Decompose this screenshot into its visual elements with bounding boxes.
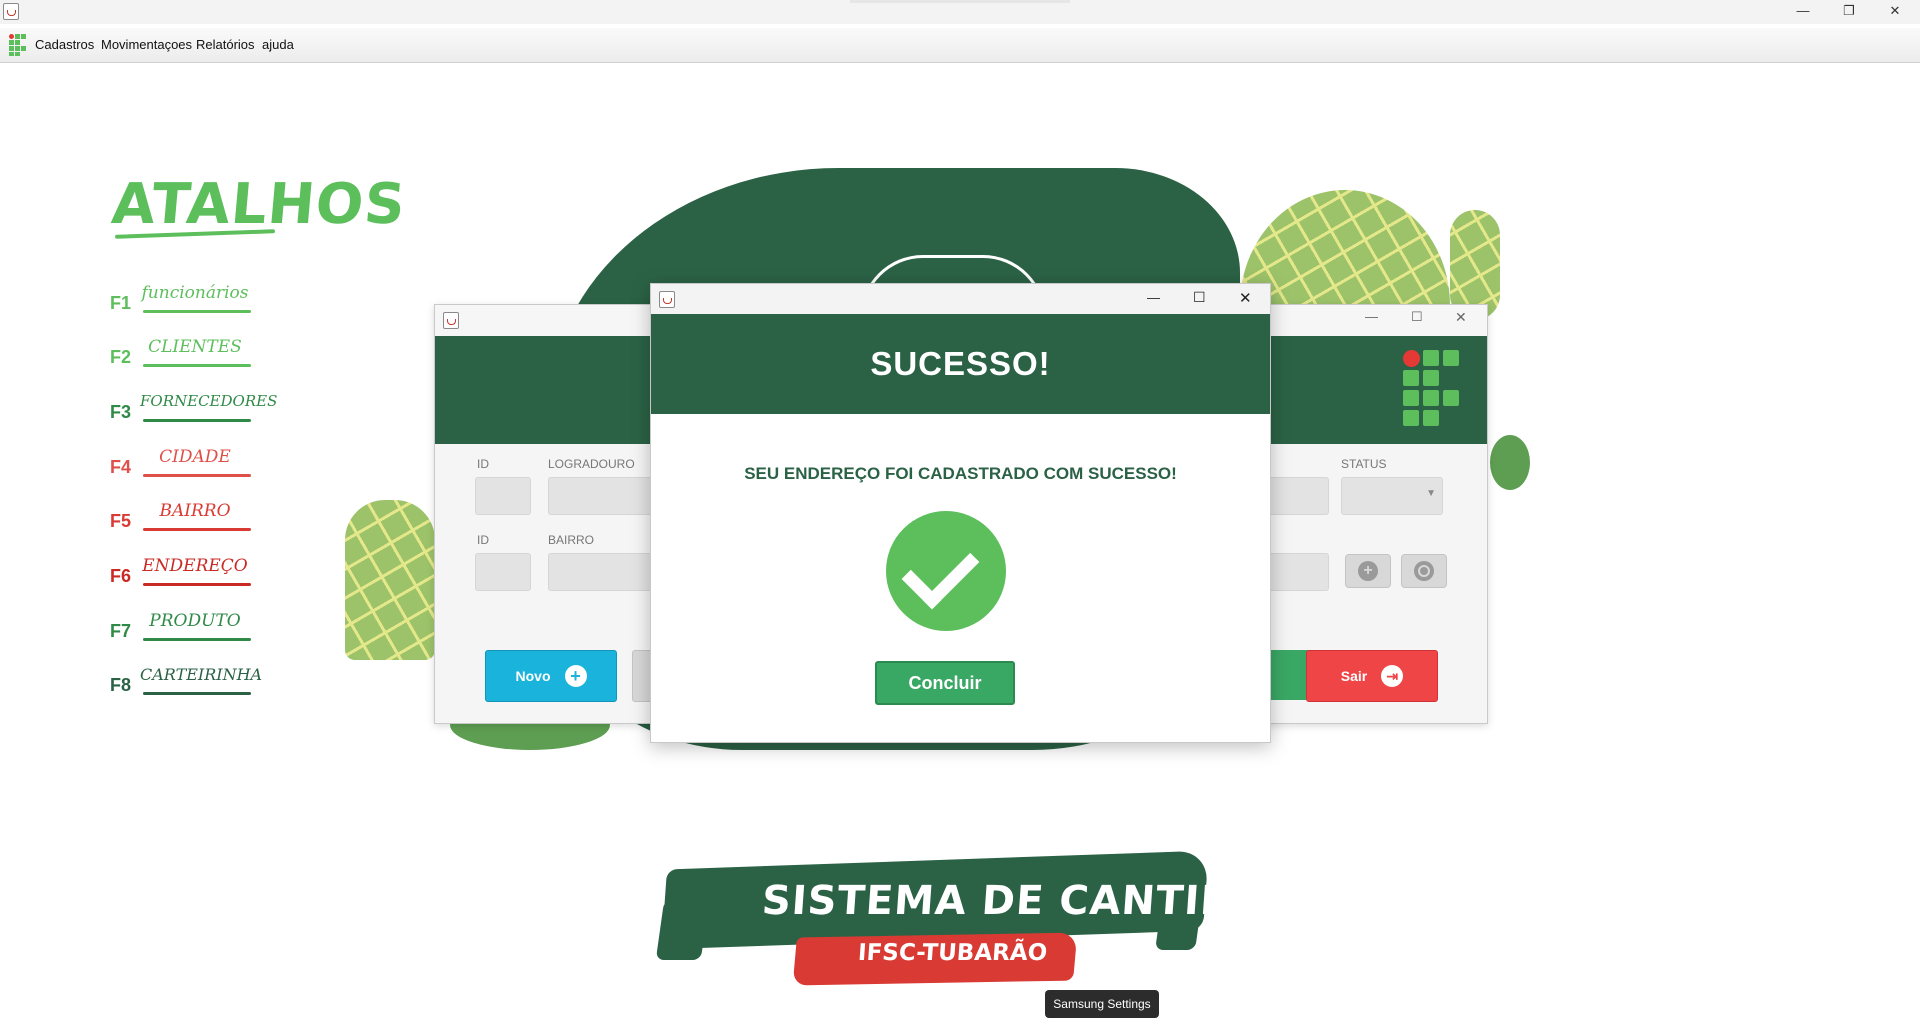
- shortcut-label: BAIRRO: [159, 501, 231, 521]
- shortcut-key: F7: [110, 621, 132, 641]
- shortcut-label: CLIENTES: [148, 337, 242, 357]
- shortcut-key: F6: [110, 566, 132, 586]
- shortcut-underline: [143, 364, 251, 367]
- search-icon: [1414, 561, 1434, 581]
- shortcut-key: F5: [110, 511, 132, 531]
- taskbar-tooltip: Samsung Settings: [1045, 990, 1159, 1018]
- chevron-down-icon: ▼: [1426, 488, 1436, 499]
- dialog-close-icon[interactable]: ✕: [1239, 289, 1252, 307]
- dialog-minimize-icon[interactable]: —: [1147, 290, 1160, 305]
- status-select[interactable]: ▼: [1341, 477, 1443, 515]
- minimize-button[interactable]: —: [1780, 0, 1826, 24]
- shortcut-underline: [143, 528, 251, 531]
- bairro-label: BAIRRO: [548, 533, 595, 547]
- menu-movimentacoes[interactable]: Movimentaçoes: [101, 37, 192, 52]
- shortcut-underline: [143, 692, 251, 695]
- check-icon: [886, 511, 1006, 631]
- dialog-message: SEU ENDEREÇO FOI CADASTRADO COM SUCESSO!: [744, 464, 1177, 483]
- ifsc-logo: [1403, 350, 1463, 428]
- shortcut-label: PRODUTO: [149, 611, 241, 631]
- sair-label: Sair: [1340, 668, 1368, 684]
- logradouro-label: LOGRADOURO: [548, 457, 635, 471]
- minimize-icon: —: [1796, 3, 1810, 18]
- dialog-heading: SUCESSO!: [870, 345, 1051, 382]
- shortcuts-title: ATALHOS: [109, 172, 409, 237]
- sair-button[interactable]: Sair ⇥: [1306, 650, 1438, 702]
- dialog-header: SUCESSO!: [651, 314, 1270, 414]
- brand-subtitle: IFSC-TUBARÃO: [857, 940, 1049, 966]
- shortcut-key: F4: [110, 457, 132, 477]
- close-button[interactable]: ✕: [1872, 0, 1918, 24]
- shortcut-label: ENDEREÇO: [142, 556, 248, 576]
- novo-label: Novo: [515, 668, 551, 684]
- menu-bar: Cadastros Movimentaçoes Relatórios ajuda: [0, 28, 1920, 63]
- shortcut-underline: [143, 310, 251, 313]
- close-icon: ✕: [1889, 3, 1901, 18]
- dialog-title-bar: — ☐ ✕: [651, 284, 1270, 314]
- shortcut-underline: [143, 419, 251, 422]
- shortcut-key: F8: [110, 675, 132, 695]
- shortcut-label: funcionários: [141, 283, 249, 303]
- window-title-bar: — ❐ ✕: [0, 0, 1920, 24]
- ifsc-menu-icon: [9, 34, 27, 56]
- java-app-icon: [3, 3, 19, 20]
- id-input[interactable]: [475, 477, 531, 515]
- shortcut-underline: [143, 583, 251, 586]
- number-input[interactable]: [1267, 477, 1329, 515]
- shortcut-underline: [143, 638, 251, 641]
- form-minimize-icon[interactable]: —: [1365, 309, 1378, 324]
- plus-circle-icon: +: [564, 665, 587, 687]
- status-label: STATUS: [1341, 457, 1387, 471]
- brand-title: SISTEMA DE CANTINA: [760, 878, 1269, 924]
- search-bairro-button[interactable]: [1401, 554, 1447, 588]
- shortcut-label: CIDADE: [159, 447, 231, 467]
- shortcut-underline: [143, 474, 251, 477]
- java-app-icon: [659, 291, 675, 308]
- shortcut-key: F2: [110, 347, 132, 367]
- background-leaf-right: [1490, 435, 1530, 490]
- restore-icon: ❐: [1843, 3, 1855, 18]
- success-dialog: — ☐ ✕ SUCESSO! SEU ENDEREÇO FOI CADASTRA…: [650, 283, 1271, 743]
- id-label: ID: [477, 457, 489, 471]
- concluir-button[interactable]: Concluir: [875, 661, 1015, 705]
- bairro-desc-input[interactable]: [1267, 553, 1329, 591]
- java-app-icon: [443, 312, 459, 329]
- shortcut-key: F1: [110, 293, 132, 313]
- menu-relatorios[interactable]: Relatórios: [196, 37, 255, 52]
- menu-cadastros[interactable]: Cadastros: [35, 37, 94, 52]
- form-close-icon[interactable]: ✕: [1455, 309, 1467, 326]
- add-bairro-button[interactable]: +: [1345, 554, 1391, 588]
- shortcut-label: CARTEIRINHA: [140, 665, 263, 684]
- title-bar-divider: [850, 0, 1070, 3]
- plus-circle-icon: +: [1358, 561, 1378, 581]
- menu-ajuda[interactable]: ajuda: [262, 37, 294, 52]
- form-maximize-icon[interactable]: ☐: [1411, 309, 1423, 325]
- id-bairro-input[interactable]: [475, 553, 531, 591]
- exit-icon: ⇥: [1381, 665, 1404, 687]
- id-bairro-label: ID: [477, 533, 489, 547]
- restore-button[interactable]: ❐: [1826, 0, 1872, 24]
- brand-banner-green-left: [655, 900, 710, 960]
- background-grid-shape-left: [345, 500, 435, 660]
- novo-button[interactable]: Novo +: [485, 650, 617, 702]
- shortcut-label: FORNECEDORES: [140, 392, 278, 410]
- dialog-maximize-icon[interactable]: ☐: [1193, 289, 1206, 306]
- shortcut-key: F3: [110, 402, 132, 422]
